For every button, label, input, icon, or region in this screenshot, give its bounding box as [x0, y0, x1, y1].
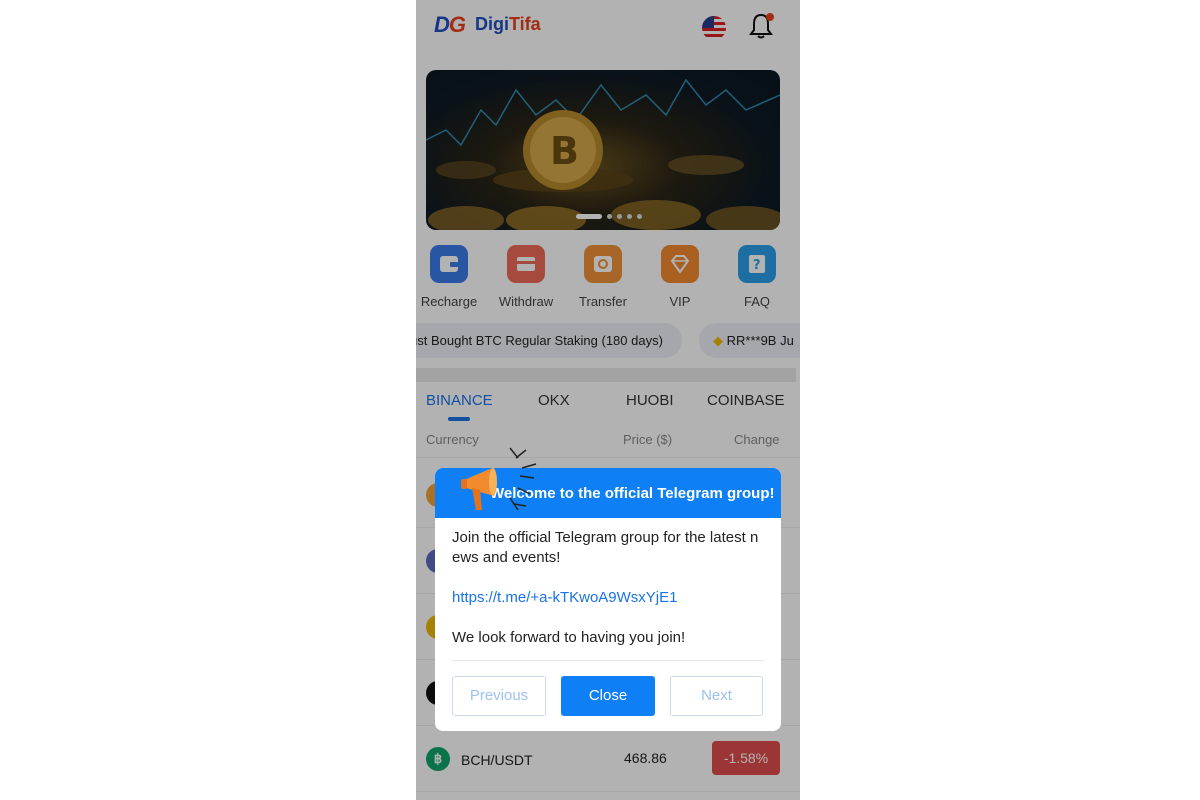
dialog-body: Join the official Telegram group for the…: [452, 528, 764, 668]
dialog-message: Join the official Telegram group for the…: [452, 529, 759, 566]
dialog-closing-text: We look forward to having you join!: [452, 629, 686, 646]
previous-button[interactable]: Previous: [452, 676, 546, 716]
dialog-divider: [452, 660, 764, 661]
close-button[interactable]: Close: [561, 676, 655, 716]
next-button[interactable]: Next: [670, 676, 763, 716]
telegram-link[interactable]: https://t.me/+a-kTKwoA9WsxYjE1: [452, 588, 764, 608]
megaphone-icon: [461, 447, 537, 511]
